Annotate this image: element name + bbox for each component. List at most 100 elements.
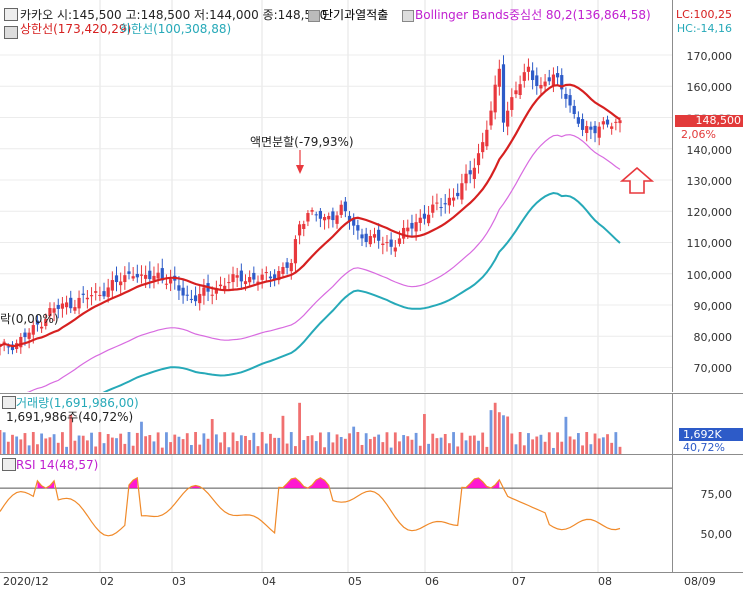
candle	[468, 170, 472, 175]
candle	[318, 210, 323, 219]
volume-bar	[410, 439, 414, 454]
candle	[576, 117, 580, 124]
candle	[102, 291, 106, 297]
candle	[185, 294, 189, 296]
candle	[89, 295, 94, 297]
volume-bar	[606, 434, 609, 454]
split-annotation: 액면분할(-79,93%)	[250, 135, 354, 149]
price-axis[interactable]: LC:100,25 HC:-14,16 170,000 160,000 150,…	[672, 0, 743, 392]
volume-bar	[169, 442, 173, 454]
volume-bar	[589, 444, 593, 454]
volume-bar	[281, 415, 285, 454]
rsi-chart[interactable]	[0, 455, 672, 573]
low-price: 저:144,000	[194, 8, 259, 22]
volume-bar	[460, 432, 464, 454]
volume-bar	[556, 432, 559, 454]
price-tick: 100,000	[686, 269, 733, 282]
candle	[56, 304, 60, 309]
rsi-settings-icon[interactable]	[2, 458, 16, 471]
candle	[522, 72, 526, 81]
candle	[422, 213, 427, 219]
volume-bar	[110, 437, 114, 454]
overheat-label: 단기과열적출	[322, 8, 389, 22]
candle	[169, 279, 173, 284]
volume-bar	[298, 402, 301, 454]
candle	[31, 325, 35, 335]
candle	[431, 204, 435, 213]
volume-bar	[502, 415, 505, 454]
volume-bar	[206, 438, 210, 454]
candle	[293, 239, 298, 264]
volume-bar	[527, 433, 530, 454]
volume-bar	[481, 432, 485, 454]
candle	[223, 285, 227, 290]
candle	[506, 110, 510, 127]
rsi-axis[interactable]: 75,00 50,00	[672, 454, 743, 573]
volume-bar	[6, 441, 10, 454]
volume-bar	[514, 444, 518, 454]
volume-bar	[156, 432, 160, 454]
candle	[439, 207, 443, 209]
volume-bar	[493, 402, 497, 454]
volume-bar	[231, 432, 235, 454]
volume-bar	[339, 437, 343, 454]
volume-bar	[0, 430, 2, 454]
candle	[135, 273, 139, 278]
candle	[343, 201, 347, 212]
volume-bar	[373, 436, 376, 454]
volume-bar	[510, 433, 514, 454]
price-tick: 90,000	[693, 300, 733, 313]
volume-bar	[11, 434, 14, 454]
volume-settings-icon[interactable]	[2, 396, 16, 409]
volume-axis[interactable]: 1,692K 40,72%	[672, 393, 743, 454]
candle	[27, 332, 31, 339]
candle	[381, 243, 385, 245]
volume-bar	[423, 414, 426, 454]
open-price: 시:145,500	[56, 8, 122, 22]
bb-title: Bollinger Bands중심선 80,2(136,864,58)	[415, 8, 651, 22]
candle	[202, 287, 206, 296]
volume-bar	[323, 447, 326, 454]
rsi-pane[interactable]	[0, 454, 672, 573]
change-label: 2,06%	[681, 128, 716, 141]
price-pane[interactable]	[0, 0, 672, 430]
candle	[327, 215, 331, 220]
candle	[94, 291, 98, 293]
candle	[385, 242, 389, 244]
volume-bar	[131, 445, 135, 454]
volume-bar	[148, 435, 152, 454]
volume-bar	[614, 432, 618, 454]
volume-bar	[464, 440, 468, 454]
volume-bar	[194, 432, 197, 454]
candle	[410, 222, 414, 229]
candle	[243, 281, 248, 285]
candle	[218, 284, 223, 287]
candle	[210, 294, 214, 296]
volume-bar	[77, 435, 81, 454]
candle	[73, 307, 77, 311]
volume-bar	[123, 443, 127, 454]
volume-bar	[48, 437, 52, 454]
bb-legend-icon	[402, 10, 414, 22]
price-chart[interactable]	[0, 0, 672, 430]
volume-bar	[406, 436, 410, 454]
candle	[164, 283, 169, 285]
price-tick: 140,000	[686, 144, 733, 157]
grid-icon[interactable]	[4, 26, 18, 39]
candle	[152, 275, 156, 281]
candle	[69, 297, 73, 309]
candle	[389, 239, 393, 247]
candle	[127, 271, 131, 274]
candle	[555, 73, 560, 78]
chart-settings-icon[interactable]	[4, 8, 18, 21]
volume-bar	[506, 416, 510, 454]
volume-bar	[531, 439, 535, 454]
volume-bar	[198, 444, 202, 454]
candle	[60, 303, 65, 309]
volume-bar	[94, 446, 98, 454]
volume-bar	[431, 433, 435, 454]
volume-bar	[447, 443, 451, 454]
candle	[231, 274, 235, 283]
candle	[572, 105, 576, 115]
volume-bar	[543, 441, 547, 454]
